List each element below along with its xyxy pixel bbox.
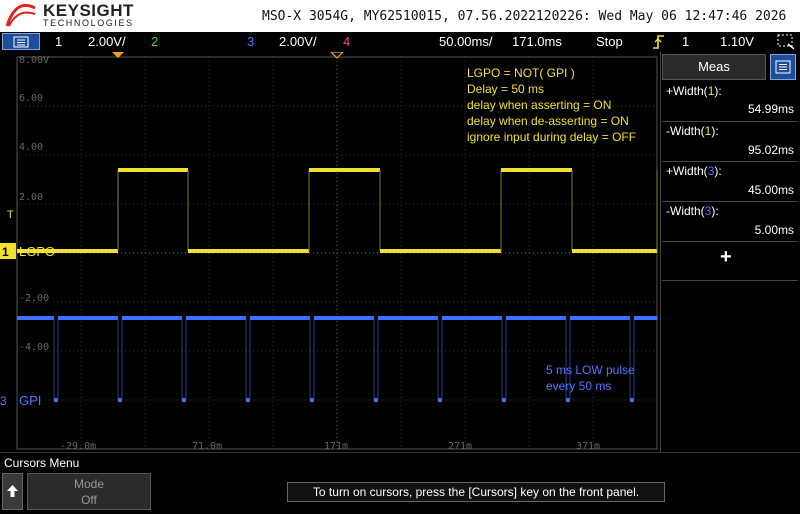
ch4-number[interactable]: 4 — [343, 34, 350, 49]
trigger-level-marker[interactable]: T — [7, 209, 14, 221]
y-tick: 2.00 — [19, 192, 43, 203]
ch1-scale[interactable]: 2.00V/ — [88, 34, 126, 49]
menu-title: Cursors Menu — [4, 456, 80, 470]
menu-icon — [775, 60, 791, 74]
separator — [662, 280, 798, 281]
gpi-label: GPI — [19, 393, 41, 408]
measurement-label[interactable]: -Width(3): — [666, 204, 719, 218]
hint-message: To turn on cursors, press the [Cursors] … — [287, 482, 665, 502]
separator — [662, 121, 798, 122]
trigger-source[interactable]: 1 — [682, 34, 689, 49]
lgpo-label: LGPO — [19, 244, 55, 259]
cursor-mode-softkey[interactable]: Mode Off — [27, 473, 151, 510]
x-tick: 371m — [576, 441, 600, 452]
softkey-value: Off — [81, 493, 97, 507]
menu-icon — [13, 36, 29, 48]
y-tick: -4.00 — [19, 342, 49, 353]
annotation-line: ignore input during delay = OFF — [467, 130, 636, 144]
measurement-label[interactable]: +Width(3): — [666, 164, 722, 178]
pulse-annotation-line: every 50 ms — [546, 379, 611, 393]
x-tick: -29.0m — [60, 441, 96, 452]
x-tick: 71.0m — [192, 441, 222, 452]
separator — [662, 161, 798, 162]
annotation-line: delay when asserting = ON — [467, 98, 611, 112]
measurement-label[interactable]: -Width(1): — [666, 124, 719, 138]
annotation-line: Delay = 50 ms — [467, 82, 544, 96]
measurement-value: 54.99ms — [747, 102, 794, 116]
separator — [662, 241, 798, 242]
ch1-marker-label: 1 — [2, 245, 9, 259]
ch3-ground-marker[interactable]: 3 — [0, 394, 7, 408]
annotation-line: LGPO = NOT( GPI ) — [467, 66, 575, 80]
measurement-value: 5.00ms — [754, 223, 794, 237]
x-tick: 271m — [448, 441, 472, 452]
x-tick: 171m — [324, 441, 348, 452]
meas-tab[interactable]: Meas — [662, 54, 766, 80]
keysight-logo-icon — [6, 4, 36, 27]
main-menu-button[interactable] — [2, 33, 40, 50]
y-tick: -2.00 — [19, 293, 49, 304]
measurement-value: 45.00ms — [747, 183, 794, 197]
pulse-annotation-line: 5 ms LOW pulse — [546, 363, 635, 377]
timebase-scale[interactable]: 50.00ms/ — [439, 34, 492, 49]
add-measurement-button[interactable]: + — [720, 246, 732, 269]
fullscreen-icon[interactable] — [776, 33, 796, 50]
logo-subtext: TECHNOLOGIES — [43, 18, 134, 28]
ch3-number[interactable]: 3 — [247, 34, 254, 49]
separator — [662, 201, 798, 202]
measurement-label[interactable]: +Width(1): — [666, 84, 722, 98]
waveform-display[interactable]: 8.00V 6.00 4.00 2.00 -2.00 -4.00 -29.0m … — [0, 52, 660, 452]
ch1-number[interactable]: 1 — [55, 34, 62, 49]
trigger-level[interactable]: 1.10V — [720, 34, 754, 49]
up-arrow-icon — [7, 485, 18, 497]
back-button[interactable] — [2, 473, 23, 510]
timebase-delay[interactable]: 171.0ms — [512, 34, 562, 49]
y-tick: 4.00 — [19, 142, 43, 153]
trigger-edge-icon[interactable] — [652, 34, 666, 50]
ch3-scale[interactable]: 2.00V/ — [279, 34, 317, 49]
y-tick: 6.00 — [19, 93, 43, 104]
softkey-label: Mode — [73, 477, 105, 491]
annotation-line: delay when de-asserting = ON — [467, 114, 629, 128]
ch2-number[interactable]: 2 — [151, 34, 158, 49]
meas-menu-button[interactable] — [770, 54, 796, 80]
run-state[interactable]: Stop — [596, 34, 623, 49]
y-tick: 8.00V — [19, 55, 49, 66]
lgpo-trace — [17, 168, 658, 253]
measurement-value: 95.02ms — [747, 143, 794, 157]
instrument-title: MSO-X 3054G, MY62510015, 07.56.202212022… — [262, 9, 787, 24]
